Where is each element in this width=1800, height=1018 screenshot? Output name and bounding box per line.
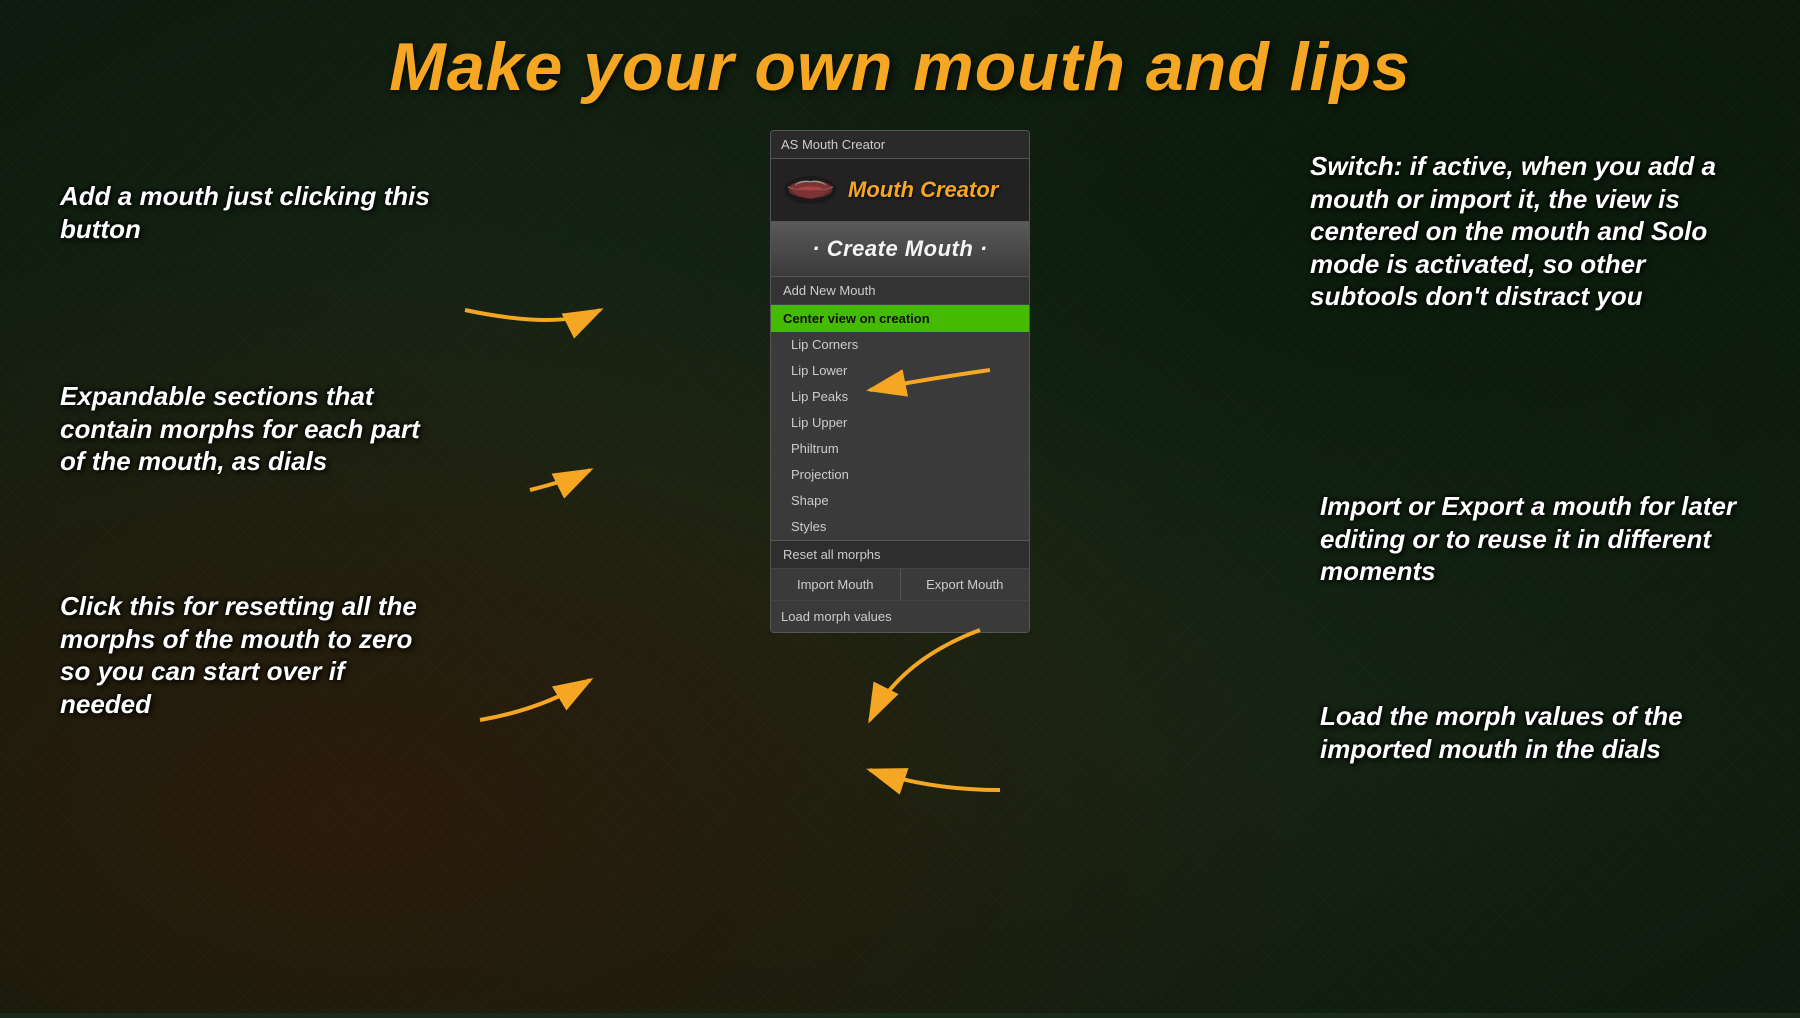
import-export-row: Import Mouth Export Mouth [771,569,1029,601]
annotation-top-right: Switch: if active, when you add a mouth … [1310,150,1740,313]
add-new-mouth-header: Add New Mouth [771,277,1029,305]
annotation-top-right-text: Switch: if active, when you add a mouth … [1310,151,1716,311]
menu-item-shape[interactable]: Shape [771,488,1029,514]
annotation-top-left-text: Add a mouth just clicking this button [60,181,430,244]
annotation-top-left: Add a mouth just clicking this button [60,180,440,245]
logo-text: Mouth Creator [848,177,998,203]
create-mouth-button[interactable]: · Create Mouth · [771,222,1029,277]
export-mouth-button[interactable]: Export Mouth [901,569,1030,600]
menu-item-philtrum[interactable]: Philtrum [771,436,1029,462]
annotation-bot-left: Click this for resetting all the morphs … [60,590,440,720]
center-view-toggle[interactable]: Center view on creation [771,305,1029,332]
load-morph-values-button[interactable]: Load morph values [771,601,1029,632]
annotation-mid-right-text: Import or Export a mouth for later editi… [1320,491,1736,586]
menu-item-styles[interactable]: Styles [771,514,1029,540]
annotation-mid-left-text: Expandable sections that contain morphs … [60,381,420,476]
content-area: Make your own mouth and lips AS Mouth Cr… [0,0,1800,1013]
as-mouth-creator-panel: AS Mouth Creator Mouth Creator · Create … [770,130,1030,633]
annotation-bot-right-text: Load the morph values of the imported mo… [1320,701,1683,764]
annotation-bot-left-text: Click this for resetting all the morphs … [60,591,417,719]
annotation-bot-right: Load the morph values of the imported mo… [1320,700,1740,765]
menu-item-lip-peaks[interactable]: Lip Peaks [771,384,1029,410]
panel-container: AS Mouth Creator Mouth Creator · Create … [770,130,1030,633]
page-title: Make your own mouth and lips [0,0,1800,106]
menu-item-lip-lower[interactable]: Lip Lower [771,358,1029,384]
annotation-mid-left: Expandable sections that contain morphs … [60,380,440,478]
menu-item-lip-corners[interactable]: Lip Corners [771,332,1029,358]
lips-icon [783,169,838,211]
import-mouth-button[interactable]: Import Mouth [771,569,901,600]
reset-all-morphs-button[interactable]: Reset all morphs [771,540,1029,569]
panel-logo: Mouth Creator [771,159,1029,222]
panel-title-bar: AS Mouth Creator [771,131,1029,159]
annotation-mid-right: Import or Export a mouth for later editi… [1320,490,1740,588]
menu-item-lip-upper[interactable]: Lip Upper [771,410,1029,436]
menu-item-projection[interactable]: Projection [771,462,1029,488]
